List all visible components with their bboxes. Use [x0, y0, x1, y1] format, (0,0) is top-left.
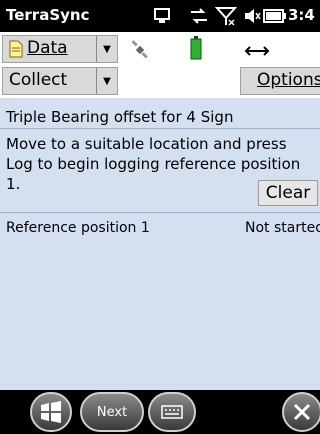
chevron-down-icon: ▼ [96, 68, 117, 94]
data-dropdown[interactable]: Data ▼ [2, 35, 118, 63]
close-icon[interactable] [282, 392, 320, 432]
content-panel: Triple Bearing offset for 4 Sign Move to… [0, 98, 320, 390]
bottom-bar: Next [0, 390, 320, 434]
clock[interactable]: 3:4 [288, 6, 315, 24]
no-signal-icon[interactable] [214, 4, 238, 28]
options-label: Options [257, 70, 320, 90]
clear-button[interactable]: Clear [258, 180, 318, 206]
data-label: Data [27, 38, 68, 58]
section-divider [0, 212, 320, 213]
reference-label[interactable]: Reference position 1 [6, 220, 150, 236]
status-bar: TerraSync 3:4 [0, 0, 320, 32]
device-sync-icon[interactable] [150, 4, 174, 28]
horizontal-arrow-icon[interactable] [244, 42, 270, 64]
next-button[interactable]: Next [80, 392, 144, 432]
windows-start-icon[interactable] [30, 392, 72, 432]
document-icon [9, 40, 23, 63]
keyboard-icon[interactable] [148, 392, 196, 432]
battery-icon[interactable] [263, 4, 287, 28]
volume-icon[interactable] [241, 4, 263, 28]
app-title: TerraSync [6, 6, 90, 24]
page-title: Triple Bearing offset for 4 Sign [6, 108, 234, 126]
network-arrows-icon[interactable] [188, 4, 210, 28]
reference-status: Not started [245, 220, 320, 236]
collect-dropdown[interactable]: Collect ▼ [2, 67, 118, 95]
options-dropdown[interactable]: Options [240, 67, 320, 95]
chevron-down-icon: ▼ [96, 36, 117, 62]
toolbar-row-1: Data ▼ [0, 32, 320, 65]
collect-label: Collect [9, 70, 68, 90]
satellite-icon[interactable] [130, 40, 150, 64]
toolbar-row-2: Collect ▼ Options [0, 65, 320, 98]
title-divider [0, 128, 320, 129]
battery-green-icon[interactable] [190, 36, 202, 64]
